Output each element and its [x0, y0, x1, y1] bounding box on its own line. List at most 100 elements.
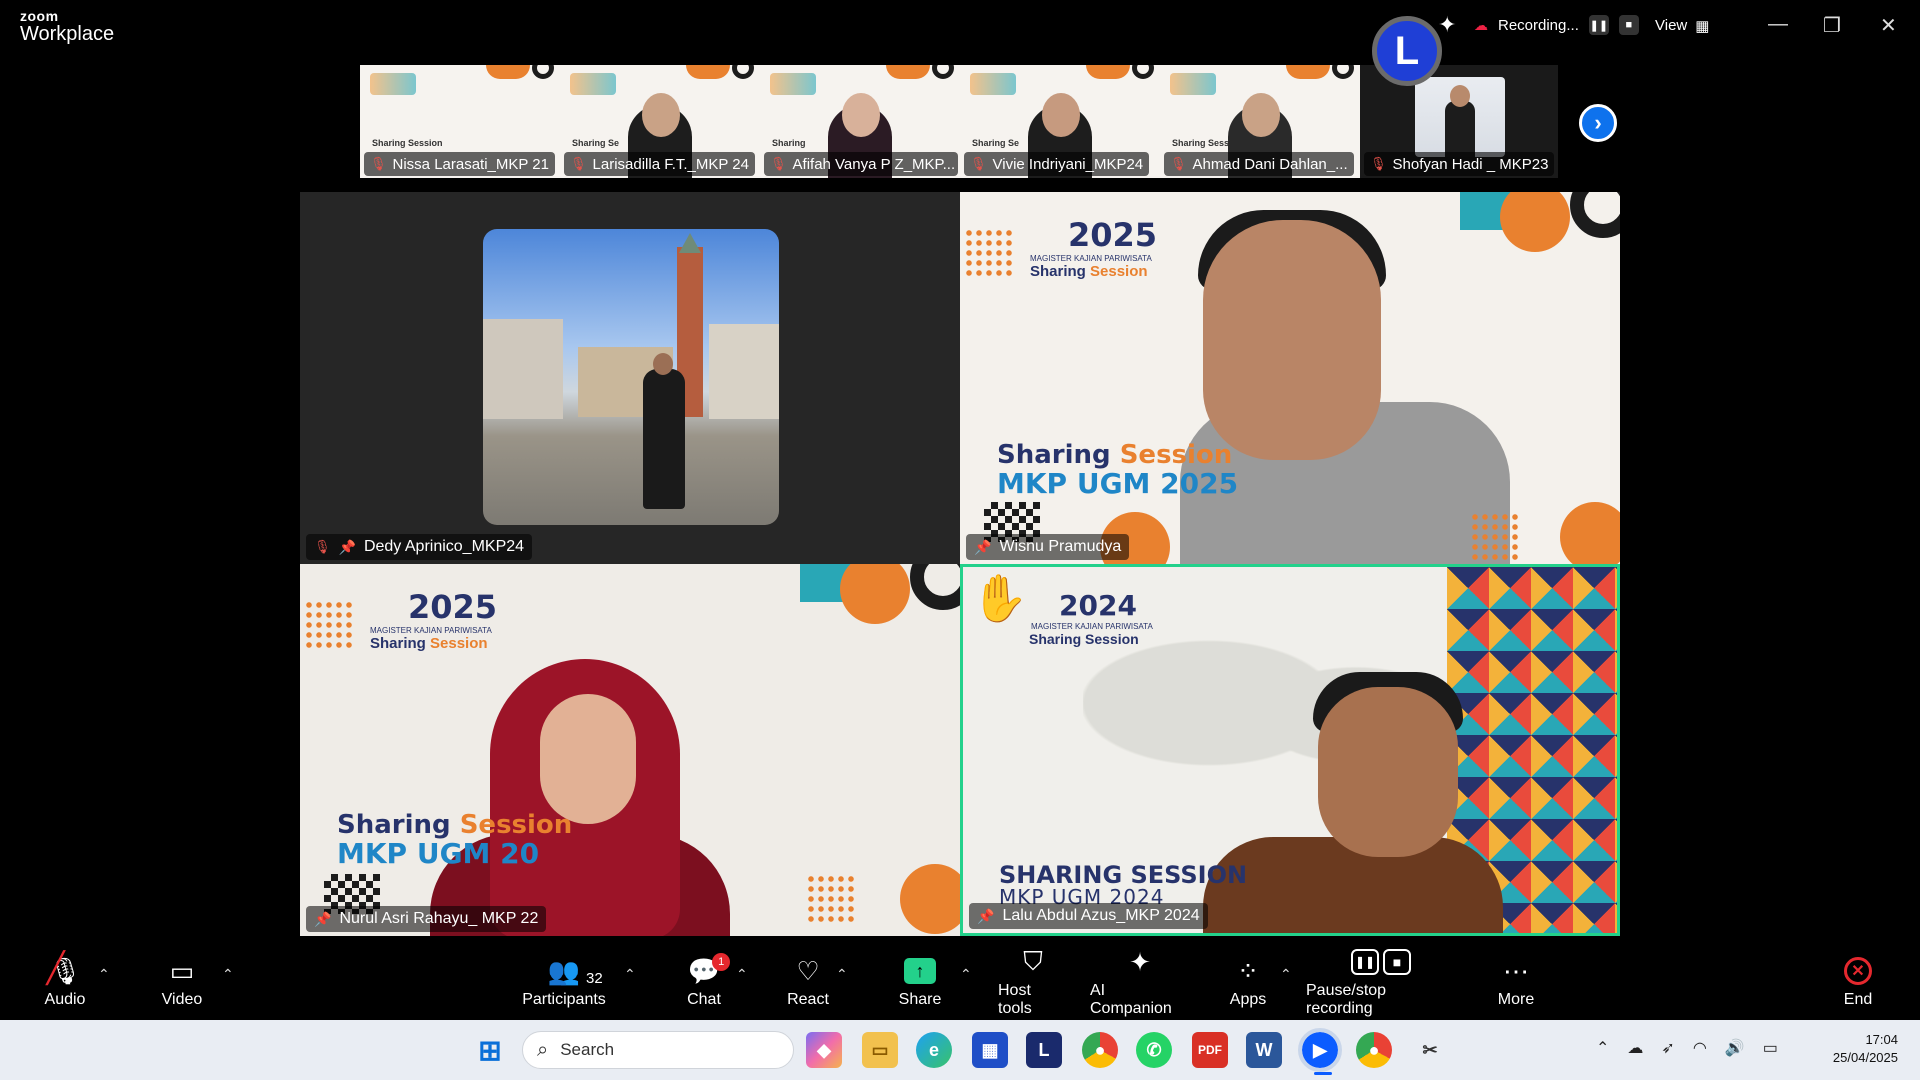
pin-icon: 📌	[977, 907, 995, 924]
active-speaker-tile[interactable]: 2024 MAGISTER KAJIAN PARIWISATA Sharing …	[960, 564, 1620, 936]
shield-icon: ⛉	[1023, 946, 1043, 976]
participant-thumbnail-strip: Sharing Session 🎙 Nissa Larasati_MKP 21 S…	[360, 65, 1558, 178]
system-tray: ⌃ ☁ ➶ ◠ 🔊 ▭	[1596, 1038, 1778, 1058]
close-icon[interactable]: ✕	[1880, 13, 1897, 38]
ai-sparkle-icon: ✦	[1129, 946, 1151, 977]
share-screen-icon: ↑	[904, 958, 936, 984]
title-bar: zoom Workplace ✦ ☁ Recording... ❚❚ ■ Vie…	[0, 0, 1920, 56]
pin-icon: 📌	[338, 538, 356, 555]
location-icon[interactable]: ➶	[1661, 1038, 1674, 1058]
share-button[interactable]: ↑ Share	[898, 944, 942, 1020]
zoom-icon[interactable]: ▶	[1298, 1028, 1342, 1072]
participant-thumbnail[interactable]: Sharing Se 🎙 Vivie Indriyani_MKP24	[960, 65, 1160, 178]
pause-recording-icon[interactable]: ❚❚	[1588, 15, 1609, 35]
session-title: SHARING SESSION MKP UGM 2024	[999, 861, 1248, 909]
pdf-reader-icon[interactable]: PDF	[1192, 1032, 1228, 1068]
video-options-chevron-icon[interactable]: ⌃	[222, 966, 234, 983]
session-title: Sharing Session MKP UGM 2025	[997, 440, 1239, 501]
more-icon: ⋯	[1503, 955, 1529, 986]
react-options-chevron-icon[interactable]: ⌃	[836, 966, 848, 983]
participant-thumbnail[interactable]: Sharing Session 🎙 Nissa Larasati_MKP 21	[360, 65, 560, 178]
participant-name-label: 📌 Wisnu Pramudya	[966, 534, 1130, 560]
ai-sparkle-icon[interactable]: ✦	[1438, 12, 1456, 38]
copilot-icon[interactable]: ◆	[806, 1032, 842, 1068]
file-explorer-icon[interactable]: ▭	[862, 1032, 898, 1068]
windows-start-icon[interactable]: ⊞	[472, 1032, 508, 1068]
apps-options-chevron-icon[interactable]: ⌃	[1280, 966, 1292, 983]
mic-muted-icon: 🎙	[370, 156, 387, 171]
chrome-profile-icon[interactable]: ●	[1356, 1032, 1392, 1068]
edge-browser-icon[interactable]: e	[916, 1032, 952, 1068]
react-button[interactable]: ♡ React	[786, 944, 830, 1020]
pause-stop-recording-button[interactable]: ❚❚ ■ Pause/stop recording	[1306, 944, 1456, 1020]
raised-hand-icon: ✋	[971, 572, 1029, 624]
apps-icon: ⁘	[1237, 955, 1259, 986]
mic-muted-icon: 🎙	[770, 156, 787, 171]
search-icon: ⌕	[537, 1038, 549, 1061]
participant-thumbnail[interactable]: Sharing Sess 🎙 Ahmad Dani Dahlan_...	[1160, 65, 1360, 178]
cloud-recording-icon: ☁	[1474, 16, 1488, 33]
participant-name-label: 🎙 Larisadilla F.T._MKP 24	[564, 152, 755, 176]
share-options-chevron-icon[interactable]: ⌃	[960, 966, 972, 983]
participant-name-label: 📌 Nurul Asri Rahayu_ MKP 22	[306, 906, 547, 932]
recording-status[interactable]: ☁ Recording... ❚❚ ■	[1474, 15, 1639, 35]
participants-icon: 👥	[547, 955, 581, 986]
word-icon[interactable]: W	[1246, 1032, 1282, 1068]
participant-thumbnail[interactable]: Sharing Se 🎙 Larisadilla F.T._MKP 24	[560, 65, 760, 178]
apps-button[interactable]: ⁘ Apps	[1228, 944, 1268, 1020]
video-tile[interactable]: 🎙 📌 Dedy Aprinico_MKP24	[300, 192, 960, 564]
mic-muted-icon: 🎙	[970, 156, 987, 171]
host-tools-button[interactable]: ⛉ Host tools	[998, 944, 1068, 1020]
view-button[interactable]: View ▦	[1655, 17, 1709, 35]
minimize-icon[interactable]: —	[1768, 13, 1788, 36]
chat-unread-badge: 1	[712, 953, 731, 971]
event-logo: 2025 MAGISTER KAJIAN PARIWISATA Sharing …	[1030, 216, 1158, 280]
chrome-icon[interactable]: ●	[1082, 1032, 1118, 1068]
restore-icon[interactable]: ❐	[1823, 13, 1841, 38]
snipping-tool-icon[interactable]: ✂	[1412, 1032, 1448, 1068]
end-icon: ✕	[1844, 957, 1872, 985]
stop-recording-icon[interactable]: ■	[1618, 15, 1639, 35]
microsoft-store-icon[interactable]: ▦	[972, 1032, 1008, 1068]
onedrive-icon[interactable]: ☁	[1627, 1038, 1643, 1058]
participant-name-label: 🎙 Ahmad Dani Dahlan_...	[1164, 152, 1354, 176]
mic-muted-icon: 🎙	[1370, 156, 1387, 171]
next-page-button[interactable]: ›	[1579, 104, 1617, 142]
camera-icon: ▭	[169, 955, 195, 986]
more-button[interactable]: ⋯ More	[1494, 944, 1538, 1020]
video-button[interactable]: ▭ Video	[158, 944, 206, 1020]
chat-options-chevron-icon[interactable]: ⌃	[736, 966, 748, 983]
audio-button[interactable]: 🎙 ╱ Audio	[40, 944, 90, 1020]
mic-muted-icon: 🎙	[570, 156, 587, 171]
event-logo: 2025 MAGISTER KAJIAN PARIWISATA Sharing …	[370, 588, 498, 652]
participant-name-label: 🎙 Shofyan Hadi _ MKP23	[1364, 152, 1555, 176]
pin-icon: 📌	[974, 538, 992, 555]
wifi-icon[interactable]: ◠	[1693, 1038, 1707, 1058]
end-meeting-button[interactable]: ✕ End	[1840, 944, 1876, 1020]
mic-muted-icon: 🎙	[314, 539, 331, 554]
audio-options-chevron-icon[interactable]: ⌃	[98, 966, 110, 983]
profile-photo	[1415, 77, 1505, 157]
participant-name-label: 🎙 Afifah Vanya P Z_MKP...	[764, 152, 958, 176]
participant-thumbnail[interactable]: Sharing 🎙 Afifah Vanya P Z_MKP...	[760, 65, 960, 178]
whatsapp-icon[interactable]: ✆	[1136, 1032, 1172, 1068]
taskbar-clock[interactable]: 17:04 25/04/2025	[1818, 1031, 1898, 1067]
chat-button[interactable]: 💬 1 Chat	[682, 944, 731, 1020]
participant-name-label: 📌 Lalu Abdul Azus_MKP 2024	[969, 903, 1208, 929]
volume-icon[interactable]: 🔊	[1725, 1038, 1745, 1058]
mic-muted-icon: 🎙	[1170, 156, 1187, 171]
profile-photo	[483, 229, 779, 525]
video-tile[interactable]: 2025 MAGISTER KAJIAN PARIWISATA Sharing …	[300, 564, 960, 936]
meeting-toolbar: 🎙 ╱ Audio ⌃ ▭ Video ⌃ 👥 Participants 32 ⌃…	[0, 944, 1920, 1020]
taskbar-search[interactable]: ⌕ Search	[522, 1031, 794, 1069]
chat-icon: 💬 1	[688, 953, 731, 987]
host-avatar[interactable]: L	[1372, 16, 1442, 86]
l-app-icon[interactable]: L	[1026, 1032, 1062, 1068]
battery-icon[interactable]: ▭	[1763, 1038, 1778, 1058]
video-tile[interactable]: 2025 MAGISTER KAJIAN PARIWISATA Sharing …	[960, 192, 1620, 564]
ai-companion-button[interactable]: ✦ AI Companion	[1090, 944, 1190, 1020]
chevron-up-icon[interactable]: ⌃	[1596, 1038, 1609, 1058]
chevron-right-icon: ›	[1594, 110, 1602, 135]
participants-options-chevron-icon[interactable]: ⌃	[624, 966, 636, 983]
participant-name-label: 🎙 Vivie Indriyani_MKP24	[964, 152, 1150, 176]
